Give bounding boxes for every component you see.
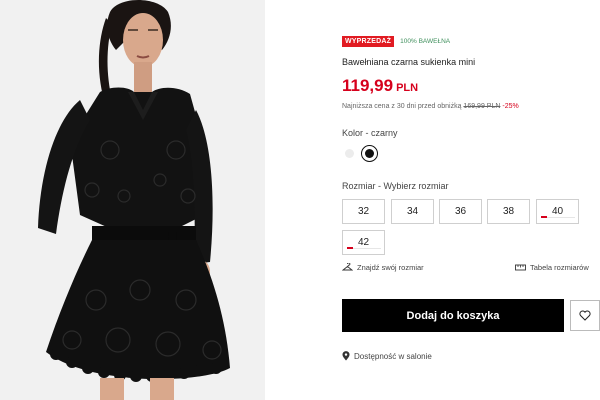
size-option-label: 42 [357, 237, 370, 248]
find-size-link[interactable]: Znajdź swój rozmiar [342, 263, 424, 272]
size-option-42[interactable]: 42 [342, 230, 385, 255]
store-availability-link[interactable]: Dostępność w salonie [342, 351, 432, 361]
size-table-link[interactable]: Tabela rozmiarów [515, 263, 589, 272]
badge-row: WYPRZEDAŻ 100% BAWEŁNA [342, 36, 450, 47]
size-label-value: Wybierz rozmiar [383, 181, 449, 191]
size-option-label: 36 [454, 206, 467, 217]
size-option-label: 32 [357, 206, 370, 217]
lowest-price-prefix: Najniższa cena z 30 dni przed obniżką [342, 103, 462, 110]
color-label: Kolor - czarny [342, 128, 398, 138]
add-to-cart-button[interactable]: Dodaj do koszyka [342, 299, 564, 332]
old-price: 169,99 PLN [463, 103, 501, 110]
size-table-label: Tabela rozmiarów [530, 263, 589, 272]
size-option-label: 38 [502, 206, 515, 217]
heart-icon [579, 310, 591, 321]
store-availability-label: Dostępność w salonie [354, 351, 432, 361]
low-stock-indicator [347, 247, 353, 249]
wishlist-button[interactable] [570, 300, 600, 331]
size-option-32[interactable]: 32 [342, 199, 385, 224]
lowest-price-note: Najniższa cena z 30 dni przed obniżką 16… [342, 103, 519, 110]
location-pin-icon [342, 351, 350, 361]
color-swatch-light[interactable] [345, 149, 354, 158]
size-option-34[interactable]: 34 [391, 199, 434, 224]
color-swatch-black[interactable] [361, 145, 378, 162]
dress-illustration [0, 0, 265, 400]
size-label-prefix: Rozmiar - [342, 181, 384, 191]
price: 119,99 PLN [342, 76, 418, 96]
ruler-icon [515, 264, 526, 271]
product-title: Bawełniana czarna sukienka mini [342, 57, 476, 67]
size-option-36[interactable]: 36 [439, 199, 482, 224]
price-amount: 119,99 [342, 76, 394, 95]
size-option-40[interactable]: 40 [536, 199, 579, 224]
material-badge: 100% BAWEŁNA [400, 38, 451, 45]
hanger-icon [342, 263, 353, 271]
size-option-label: 34 [406, 206, 419, 217]
product-photo[interactable] [0, 0, 265, 400]
size-option-label: 40 [551, 206, 564, 217]
size-label: Rozmiar - Wybierz rozmiar [342, 181, 448, 191]
low-stock-indicator [541, 216, 547, 218]
price-currency: PLN [396, 82, 419, 94]
find-size-label: Znajdź swój rozmiar [357, 263, 424, 272]
size-option-38[interactable]: 38 [487, 199, 530, 224]
color-swatch-black-dot [365, 149, 374, 158]
product-panel: WYPRZEDAŻ 100% BAWEŁNA Bawełniana czarna… [342, 0, 600, 400]
discount-percent: -25% [502, 103, 519, 110]
sale-badge: WYPRZEDAŻ [342, 36, 395, 47]
